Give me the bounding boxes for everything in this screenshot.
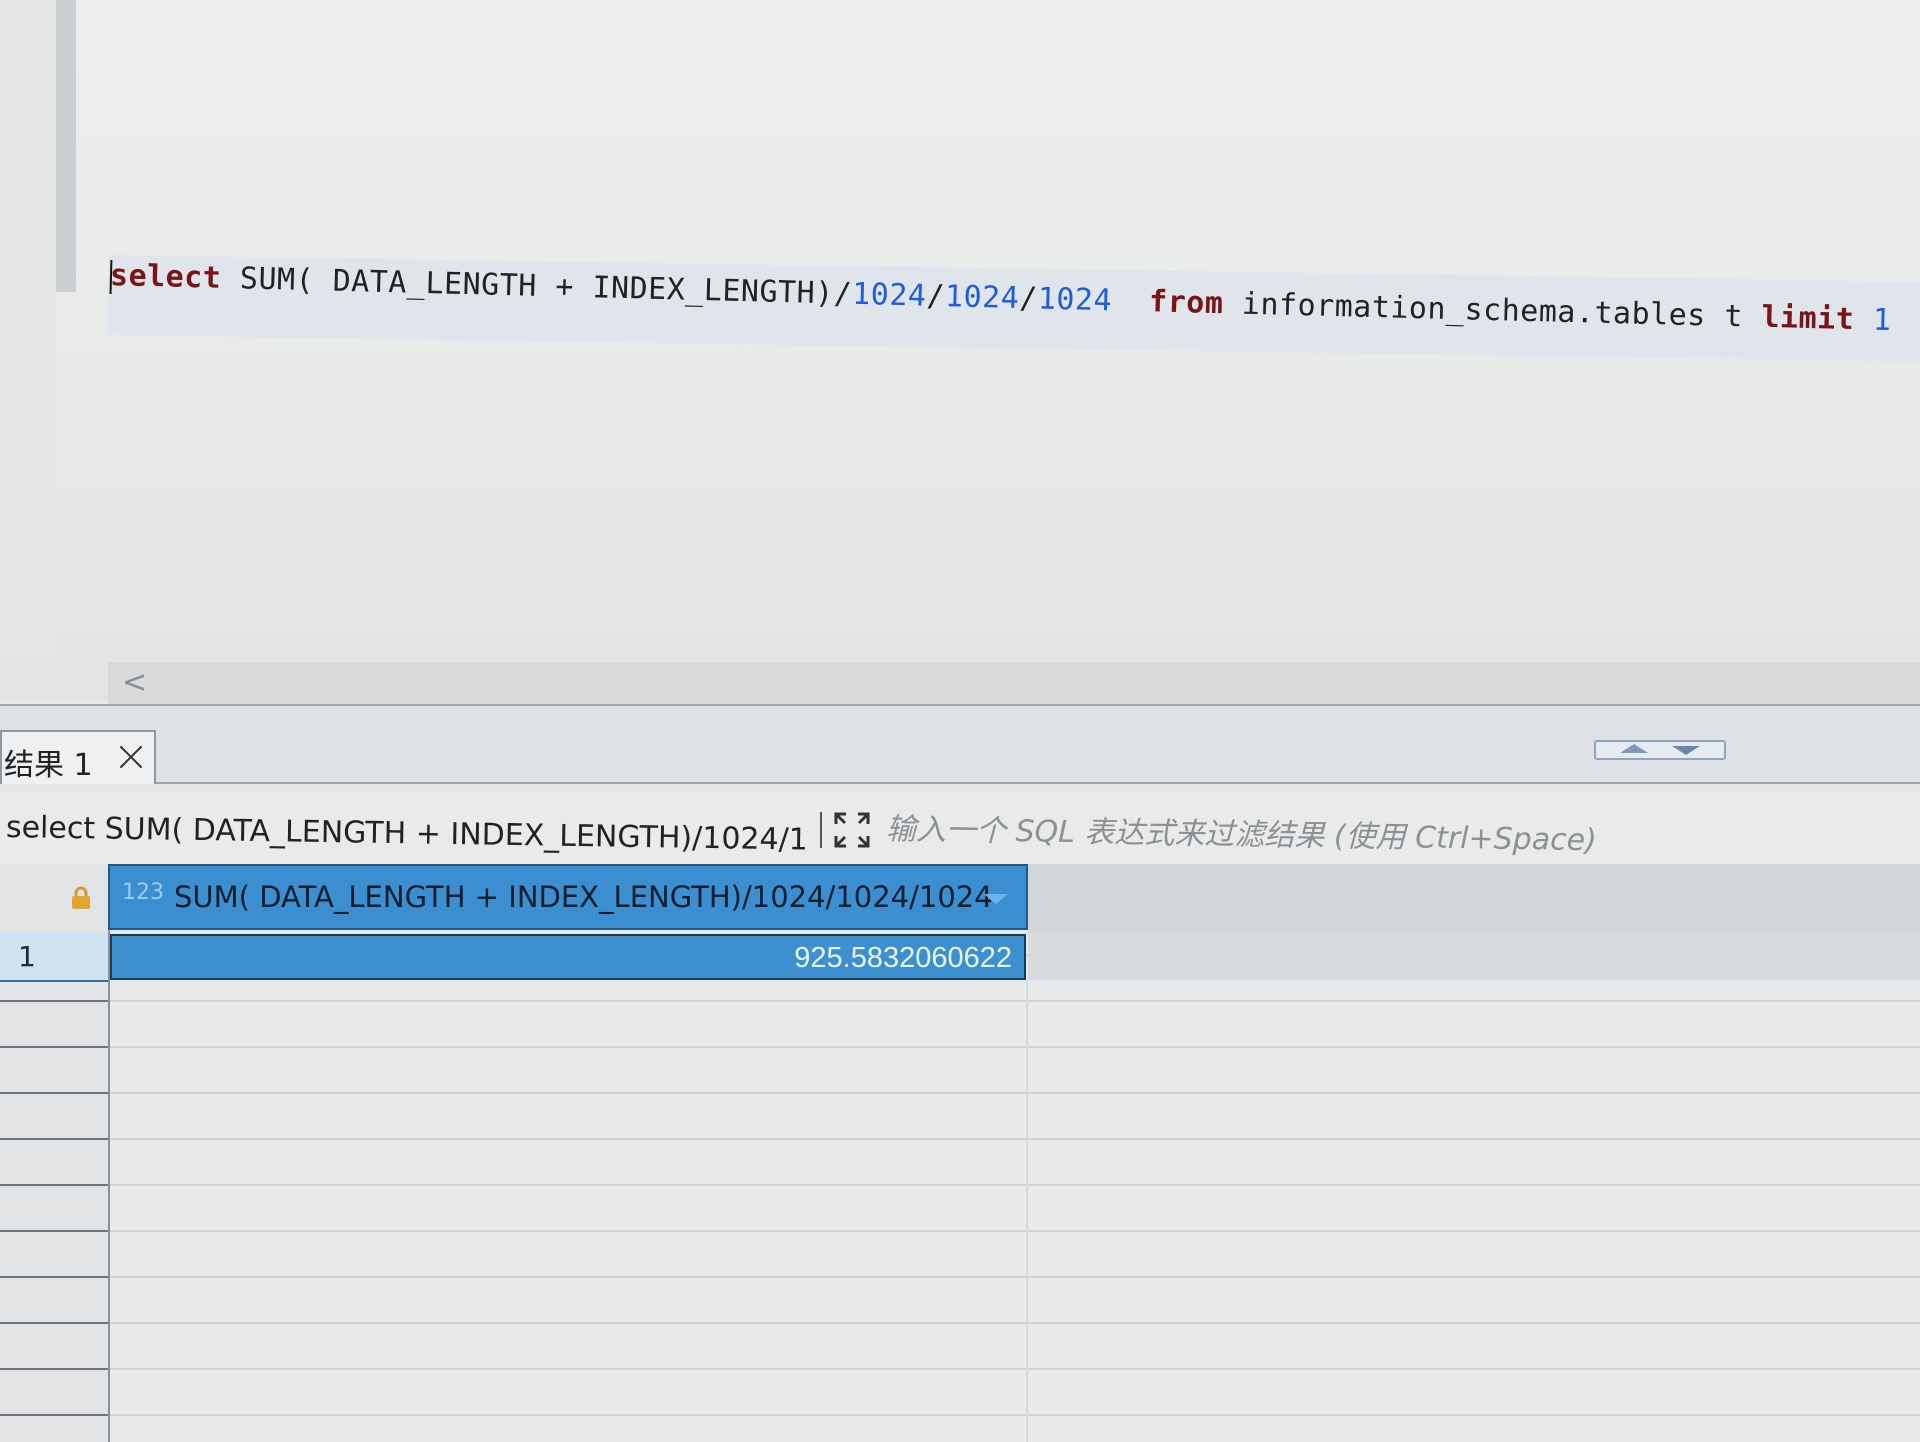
chevron-down-icon[interactable] xyxy=(1672,746,1700,755)
sql-text-area[interactable]: select SUM( DATA_LENGTH + INDEX_LENGTH)/… xyxy=(107,0,1920,662)
editor-ruler xyxy=(56,0,76,292)
sql-number: 1024 xyxy=(1037,281,1113,319)
tab-result-1[interactable]: 结果 1 xyxy=(0,730,156,784)
expand-icon[interactable] xyxy=(832,810,872,850)
filter-separator xyxy=(820,812,822,848)
header-empty-area xyxy=(1028,864,1920,932)
cell-value: 925.5832060622 xyxy=(794,942,1012,974)
horizontal-scrollbar[interactable]: < xyxy=(108,662,1920,704)
column-header[interactable]: 123 SUM( DATA_LENGTH + INDEX_LENGTH)/102… xyxy=(108,864,1028,930)
filter-expression-input[interactable] xyxy=(883,806,1909,869)
sql-editor[interactable]: select SUM( DATA_LENGTH + INDEX_LENGTH)/… xyxy=(0,0,1920,704)
sql-text: / xyxy=(1018,281,1039,317)
panel-maximize-restore-toggle[interactable] xyxy=(1594,740,1726,760)
row-empty-area xyxy=(1028,932,1920,980)
tab-label: 结果 1 xyxy=(4,748,93,783)
chevron-up-icon[interactable] xyxy=(1620,744,1648,753)
result-grid: 123 SUM( DATA_LENGTH + INDEX_LENGTH)/102… xyxy=(0,864,1920,1442)
column-title: SUM( DATA_LENGTH + INDEX_LENGTH)/1024/10… xyxy=(174,880,993,914)
sql-text: / xyxy=(926,278,946,315)
sql-number: 1024 xyxy=(944,279,1020,317)
result-cell[interactable]: 925.5832060622 xyxy=(110,934,1026,980)
lock-icon xyxy=(72,886,90,909)
numeric-type-icon: 123 xyxy=(122,880,164,905)
sql-keyword: from xyxy=(1148,284,1224,322)
results-tab-strip: 结果 1 xyxy=(0,706,1920,784)
sort-dropdown-icon[interactable] xyxy=(984,894,1008,904)
sql-keyword: limit xyxy=(1761,299,1855,338)
row-header[interactable]: 1 xyxy=(0,932,108,982)
sql-number: 1024 xyxy=(851,276,927,314)
grid-corner xyxy=(0,864,108,934)
editor-gutter xyxy=(0,0,56,660)
sql-number: 1 xyxy=(1872,302,1892,339)
filter-bar: select SUM( DATA_LENGTH + INDEX_LENGTH)/… xyxy=(0,792,1920,869)
row-number: 1 xyxy=(18,940,36,973)
sql-keyword: select xyxy=(109,258,222,296)
scroll-left-icon[interactable]: < xyxy=(122,666,147,700)
executed-query-text: select SUM( DATA_LENGTH + INDEX_LENGTH)/… xyxy=(5,810,809,858)
results-panel: 结果 1 select SUM( DATA_LENGTH + INDEX_LEN… xyxy=(0,704,1920,1442)
column-divider xyxy=(1026,980,1028,1442)
close-icon[interactable] xyxy=(116,742,146,772)
